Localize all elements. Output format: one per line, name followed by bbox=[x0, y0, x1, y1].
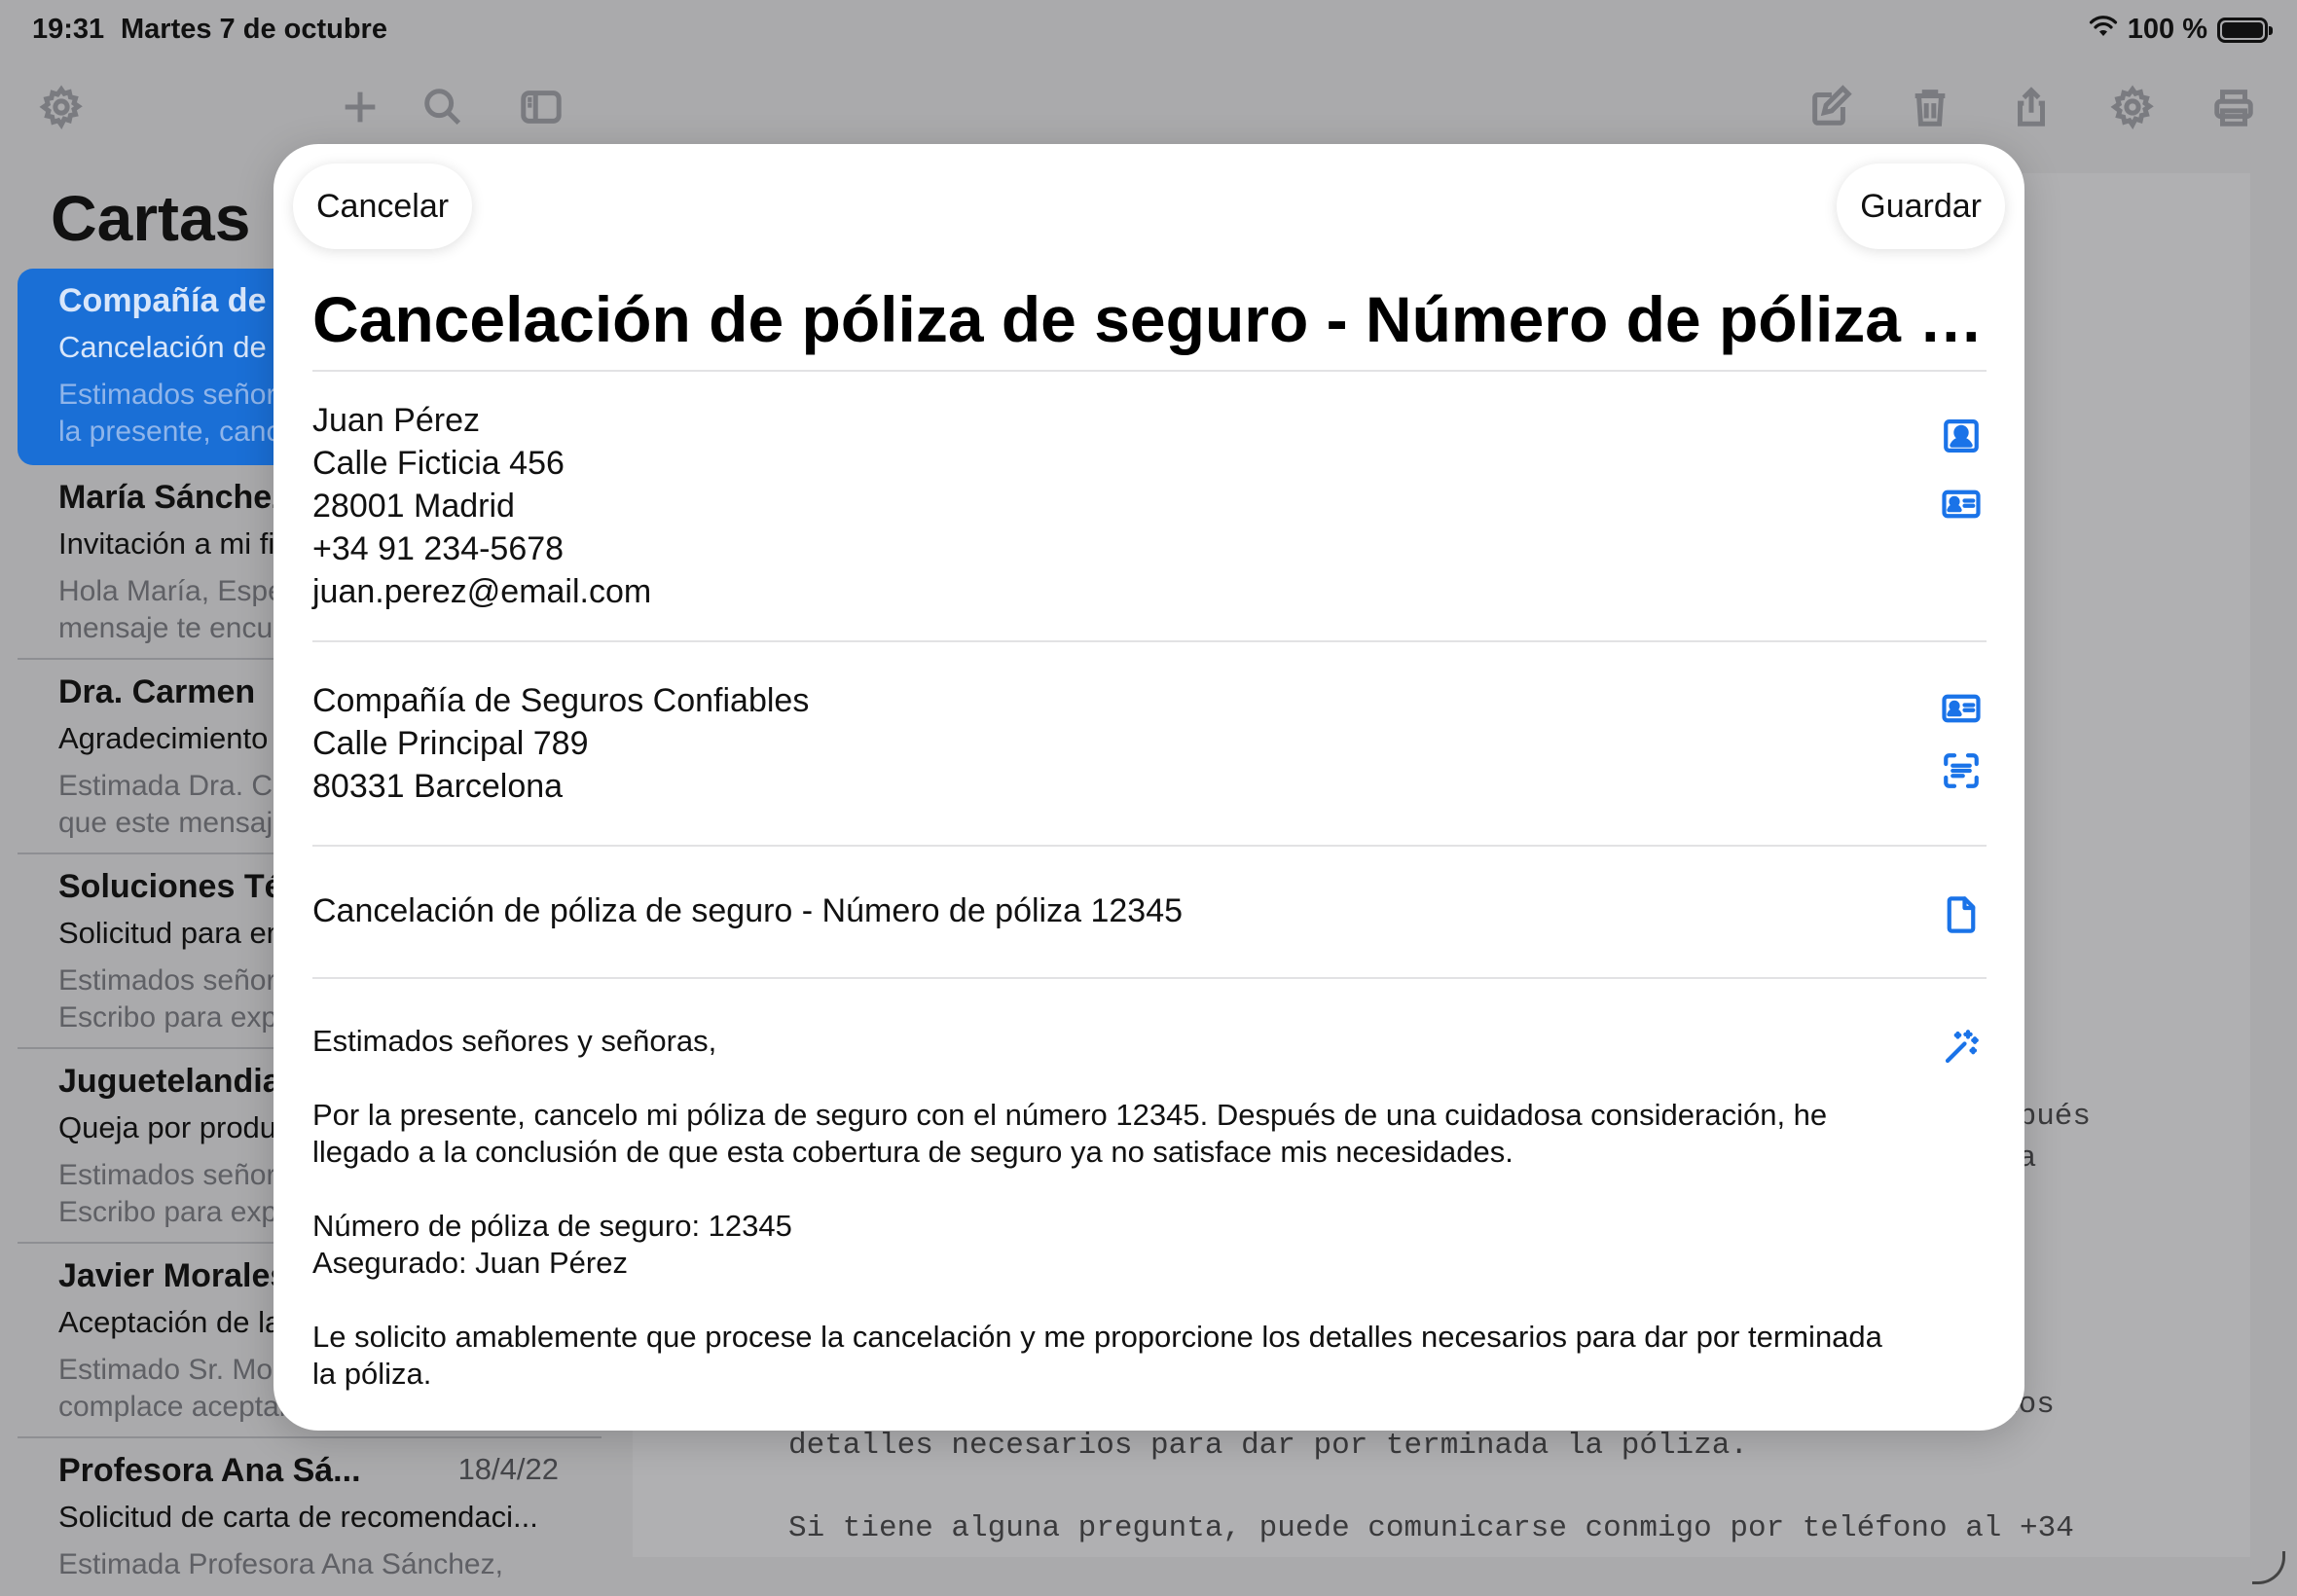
divider bbox=[312, 370, 1987, 372]
subject-text: Cancelación de póliza de seguro - Número… bbox=[312, 892, 1184, 929]
contact-card-icon[interactable] bbox=[1940, 483, 1983, 526]
sender-name: Juan Pérez bbox=[312, 402, 480, 439]
person-square-icon[interactable] bbox=[1940, 415, 1983, 457]
gear-icon[interactable] bbox=[2105, 80, 2160, 134]
compose-icon[interactable] bbox=[1803, 80, 1857, 134]
letter-sender: Dra. Carmen bbox=[58, 673, 256, 710]
battery-icon bbox=[2217, 17, 2273, 43]
recipient-city: 80331 Barcelona bbox=[312, 768, 564, 805]
sender-email: juan.perez@email.com bbox=[312, 573, 652, 610]
save-button[interactable]: Guardar bbox=[1837, 163, 2005, 249]
resize-handle[interactable] bbox=[2252, 1551, 2285, 1584]
sidebar-title: Cartas bbox=[51, 182, 251, 254]
letter-sender: Juguetelandia bbox=[58, 1063, 281, 1100]
divider bbox=[312, 640, 1987, 642]
letter-sender: María Sánchez bbox=[58, 479, 289, 516]
plus-icon[interactable] bbox=[333, 80, 387, 134]
trash-icon[interactable] bbox=[1903, 80, 1957, 134]
magic-wand-icon[interactable] bbox=[1940, 1026, 1983, 1069]
sender-city: 28001 Madrid bbox=[312, 488, 515, 525]
battery-percent: 100 % bbox=[2127, 14, 2207, 45]
letter-date: 18/4/22 bbox=[457, 1452, 559, 1486]
wifi-icon bbox=[2089, 14, 2118, 46]
doc-line: Si tiene alguna pregunta, puede comunica… bbox=[788, 1511, 2074, 1545]
letter-subject: Solicitud de carta de recomendaci... bbox=[58, 1500, 538, 1534]
divider bbox=[312, 977, 1987, 979]
share-icon[interactable] bbox=[2004, 80, 2059, 134]
status-bar: 19:31 Martes 7 de octubre 100 % bbox=[0, 0, 2297, 62]
sidebar-icon[interactable] bbox=[514, 80, 568, 134]
edit-letter-sheet: Cancelar Guardar Cancelación de póliza d… bbox=[273, 144, 2024, 1431]
letter-list-item[interactable]: Profesora Ana Sá... 18/4/22 Solicitud de … bbox=[18, 1438, 602, 1596]
doc-line: detalles necesarios para dar por termina… bbox=[788, 1429, 1748, 1463]
status-time: 19:31 bbox=[32, 14, 105, 45]
scan-text-icon[interactable] bbox=[1940, 749, 1983, 792]
letter-body-editor[interactable]: Estimados señores y señoras, Por la pres… bbox=[312, 1023, 1889, 1393]
sender-phone: +34 91 234-5678 bbox=[312, 530, 565, 567]
letter-sender: Javier Morales bbox=[58, 1257, 289, 1294]
sender-address-field[interactable]: Juan Pérez Calle Ficticia 456 28001 Madr… bbox=[312, 399, 1909, 613]
gear-icon[interactable] bbox=[34, 80, 89, 134]
magnifier-icon[interactable] bbox=[416, 80, 470, 134]
sender-street: Calle Ficticia 456 bbox=[312, 445, 565, 482]
cancel-button[interactable]: Cancelar bbox=[293, 163, 473, 249]
status-indicators: 100 % bbox=[2089, 14, 2273, 46]
letter-sender: Profesora Ana Sá... bbox=[58, 1452, 361, 1489]
status-date: Martes 7 de octubre bbox=[121, 14, 387, 45]
recipient-name: Compañía de Seguros Confiables bbox=[312, 682, 810, 719]
contact-card-icon[interactable] bbox=[1940, 687, 1983, 730]
subject-field[interactable]: Cancelación de póliza de seguro - Número… bbox=[312, 889, 1909, 932]
divider bbox=[312, 845, 1987, 847]
recipient-address-field[interactable]: Compañía de Seguros Confiables Calle Pri… bbox=[312, 679, 1909, 808]
letter-preview: Estimada Profesora Ana Sánchez, bbox=[58, 1548, 503, 1580]
printer-icon[interactable] bbox=[2206, 80, 2261, 134]
recipient-street: Calle Principal 789 bbox=[312, 725, 589, 762]
letter-title[interactable]: Cancelación de póliza de seguro - Número… bbox=[312, 282, 1987, 356]
document-icon[interactable] bbox=[1940, 893, 1983, 936]
